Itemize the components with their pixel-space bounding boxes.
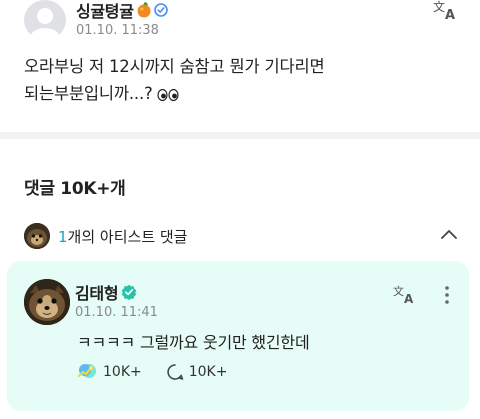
like-count: 10K+ xyxy=(103,364,142,380)
eyes-emoji-icon xyxy=(156,88,179,101)
artist-comment-card: 김태형 01.10. 11:41 文 A ㅋㅋㅋㅋ 그럴까요 웃기만 했긴한데 … xyxy=(7,261,469,411)
orange-emoji-icon xyxy=(137,2,151,18)
artist-avatar[interactable] xyxy=(24,279,70,325)
verified-badge-icon xyxy=(122,284,137,300)
comment-actions: 10K+ 10K+ xyxy=(76,362,227,382)
artist-name[interactable]: 김태형 xyxy=(75,280,119,304)
artist-comment-count-label: 개의 아티스트 댓글 xyxy=(67,227,188,246)
reply-icon xyxy=(167,364,183,380)
artist-comment-time: 01.10. 11:41 xyxy=(75,305,158,320)
reply-button[interactable]: 10K+ xyxy=(166,363,228,381)
reply-count: 10K+ xyxy=(188,364,228,380)
comment-count: 댓글 10K+개 xyxy=(24,179,126,199)
svg-text:A: A xyxy=(445,8,455,22)
chevron-up-icon[interactable] xyxy=(440,227,458,241)
svg-text:A: A xyxy=(404,292,414,305)
translate-icon[interactable]: 文 A xyxy=(432,0,460,22)
post-time: 01.10. 11:38 xyxy=(76,23,159,38)
post-body-line-2: 되는부분입니까...? xyxy=(24,84,153,103)
artist-comment-count-number: 1 xyxy=(58,227,68,246)
post-body-line-1: 오라부닝 저 12시까지 숨참고 뭔가 기다리면 xyxy=(24,57,325,76)
more-vertical-icon[interactable] xyxy=(444,285,450,305)
section-divider xyxy=(0,132,480,139)
artist-name-row: 김태형 xyxy=(75,280,137,304)
like-button[interactable]: 10K+ xyxy=(76,362,142,382)
post-header: 싱귤텽귤 01.10. 11:38 文 A xyxy=(24,0,464,44)
author-row: 싱귤텽귤 xyxy=(76,0,168,21)
artist-comment-count: 1개의 아티스트 댓글 xyxy=(58,226,187,247)
author-avatar[interactable] xyxy=(24,0,66,40)
post-body: 오라부닝 저 12시까지 숨참고 뭔가 기다리면 되는부분입니까...? xyxy=(24,53,444,107)
artist-comment-text: ㅋㅋㅋㅋ 그럴까요 웃기만 했긴한데 xyxy=(77,333,310,352)
like-icon xyxy=(77,364,96,378)
post-body-line-2-wrap: 되는부분입니까...? xyxy=(24,80,444,107)
artist-avatar-small xyxy=(24,223,50,249)
author-name[interactable]: 싱귤텽귤 xyxy=(76,0,134,22)
artist-comments-toggle[interactable]: 1개의 아티스트 댓글 xyxy=(24,221,464,251)
svg-text:文: 文 xyxy=(393,284,404,298)
translate-icon[interactable]: 文 A xyxy=(392,283,418,305)
svg-text:文: 文 xyxy=(433,0,445,14)
verified-badge-icon xyxy=(153,3,168,17)
